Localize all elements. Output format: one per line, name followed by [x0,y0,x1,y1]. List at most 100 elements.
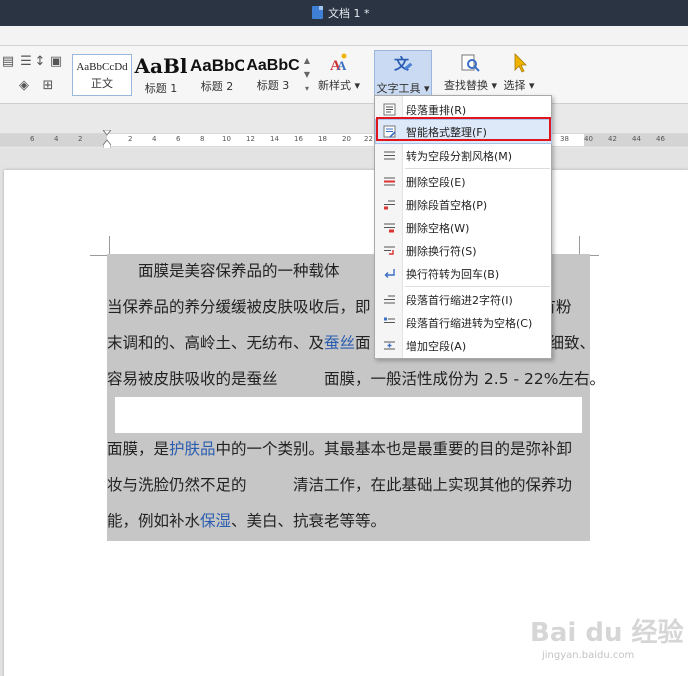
annotation-highlight-box [376,117,551,141]
new-style-label: 新样式 ▾ [318,79,361,92]
align-icon[interactable]: ▤ [0,54,16,70]
cursor-arrow-icon [514,53,527,73]
margin-corner-top-left [90,236,110,256]
ruler-tick: 40 [584,135,593,143]
title-bar: 文档 1 * [0,0,688,26]
document-line[interactable]: 容易被皮肤吸收的是蚕丝 面膜，一般活性成份为 2.5 - 22%左右。 [107,368,605,390]
find-replace-label: 查找替换 ▾ [444,79,498,92]
document-page[interactable]: 面膜是美容保养品的一种载体钟， 当保养品的养分缓缓被皮肤吸收后，即有粉 末调和的… [4,170,688,676]
linebreak-to-enter-icon [384,269,395,278]
select-button[interactable]: 选择 ▾ [502,52,536,93]
ruler-tick: 20 [342,135,351,143]
style-sample: AaBl [134,54,188,78]
menu-item-delete-empty-paragraph[interactable]: 删除空段(E) [376,170,551,193]
style-heading-3[interactable]: AaBbC 标题 3 [246,54,300,96]
menu-item-empty-paragraph-style[interactable]: 转为空段分割风格(M) [376,144,551,167]
document-line[interactable]: 面膜，是护肤品中的一个类别。其最基本也是最重要的目的是弥补卸 [107,438,572,460]
ruler-tick: 6 [176,135,181,143]
style-sample: AaBbCcDd [76,61,128,73]
watermark-logo: Bai du 经验 [530,618,684,648]
styles-gallery-scroll[interactable]: ▲ ▼ ▾ [302,54,312,96]
hyperlink-skincare[interactable]: 护肤品 [169,440,216,458]
horizontal-ruler[interactable]: 6 4 2 2 4 6 8 10 12 14 16 18 20 22 38 40… [0,130,688,150]
style-normal[interactable]: AaBbCcDd 正文 [72,54,132,96]
style-heading-2[interactable]: AaBbC 标题 2 [190,54,244,96]
menu-item-add-empty-paragraph[interactable]: 增加空段(A) [376,334,551,357]
ruler-tick: 14 [270,135,279,143]
menu-item-delete-space[interactable]: 删除空格(W) [376,216,551,239]
svg-text:A: A [337,58,347,73]
border-icon[interactable]: ⊞ [40,78,56,94]
style-name: 正文 [91,77,113,90]
ruler-tick: 8 [200,135,205,143]
hyperlink-moisturize[interactable]: 保湿 [200,512,231,530]
menu-separator [405,168,550,169]
chevron-up-icon[interactable]: ▲ [302,54,312,68]
new-style-button[interactable]: A A 新样式 ▾ [318,52,361,93]
text-run: 面膜，是 [107,440,170,458]
document-line[interactable]: 妆与洗脸仍然不足的 清洁工作，在此基础上实现其他的保养功 [107,474,572,496]
document-line[interactable]: 能，例如补水保湿、美白、抗衰老等等。 [107,510,386,532]
delete-space-icon [384,223,395,233]
chevron-down-icon[interactable]: ▼ [302,68,312,82]
menu-item-delete-leading-space[interactable]: 删除段首空格(P) [376,193,551,216]
empty-paragraph-style-icon [384,151,395,160]
menu-item-first-line-indent[interactable]: 段落首行缩进2字符(I) [376,288,551,311]
document-canvas[interactable]: 面膜是美容保养品的一种载体钟， 当保养品的养分缓缓被皮肤吸收后，即有粉 末调和的… [0,148,688,676]
menu-item-label: 段落重排(R) [406,104,467,117]
add-empty-paragraph-icon [384,341,395,350]
ruler-tick: 12 [246,135,255,143]
style-name: 标题 2 [200,80,234,93]
selection-highlight [107,397,115,433]
text-run: 细致、 [548,334,596,352]
menu-separator [405,286,550,287]
menu-item-indent-to-space[interactable]: 段落首行缩进转为空格(C) [376,311,551,334]
text-run: 末调和的、高岭土、无纺布、及 [107,334,325,352]
menu-item-label: 删除空段(E) [406,176,466,189]
ruler-tick: 10 [222,135,231,143]
text-run: 容易被皮肤吸收的是蚕丝 面膜，一般活性成份为 2.5 - 22%左右。 [107,370,605,388]
text-tools-icon: 文 [394,55,413,73]
text-run: 、美白、抗衰老等等。 [231,512,387,530]
new-style-icon: A A [330,53,347,74]
find-replace-button[interactable]: 查找替换 ▾ [444,52,498,93]
text-run: 能，例如补水 [107,512,201,530]
sort-icon[interactable]: ↕ [32,54,48,70]
selection-highlight [582,397,590,433]
ruler-tick: 2 [128,135,133,143]
watermark-url: jingyan.baidu.com [542,650,635,661]
ruler-tick: 18 [318,135,327,143]
margin-corner-top-right [579,236,599,256]
show-marks-icon[interactable]: ▣ [48,54,64,70]
menu-item-label: 换行符转为回车(B) [406,268,500,281]
first-line-indent-icon [384,295,395,304]
menu-item-label: 删除换行符(S) [406,245,477,258]
menu-item-label: 段落首行缩进2字符(I) [406,294,513,307]
delete-leading-space-icon [384,200,395,210]
text-run: 面膜是美容保养品的一种载体 [107,262,340,280]
ruler-tick: 4 [152,135,157,143]
highlight-color-icon[interactable]: ◈ [16,78,32,94]
text-tools-button[interactable]: 文 文字工具 ▾ [374,50,432,96]
indent-to-space-icon [384,317,395,323]
find-replace-icon [461,54,480,72]
ruler-tick: 16 [294,135,303,143]
hyperlink-silk[interactable]: 蚕丝 [324,334,355,352]
delete-empty-paragraph-icon [384,177,395,186]
delete-linebreak-icon [384,246,395,255]
indent-marker-icon[interactable] [103,130,111,150]
ruler-tick: 46 [656,135,665,143]
expand-icon[interactable]: ▾ [302,82,312,96]
ribbon-tab-strip [0,26,688,46]
text-run: 中的一个类别。其最基本也是最重要的目的是弥补卸 [215,440,573,458]
style-heading-1[interactable]: AaBl 标题 1 [134,54,188,96]
menu-item-label: 转为空段分割风格(M) [406,150,513,163]
menu-item-label: 删除空格(W) [406,222,470,235]
menu-item-linebreak-to-enter[interactable]: 换行符转为回车(B) [376,262,551,285]
menu-item-delete-linebreak[interactable]: 删除换行符(S) [376,239,551,262]
menu-item-label: 增加空段(A) [406,340,467,353]
style-name: 标题 3 [256,79,290,92]
text-tools-label: 文字工具 ▾ [376,82,430,95]
style-sample: AaBbC [190,56,244,75]
text-run: 妆与洗脸仍然不足的 清洁工作，在此基础上实现其他的保养功 [107,476,573,494]
